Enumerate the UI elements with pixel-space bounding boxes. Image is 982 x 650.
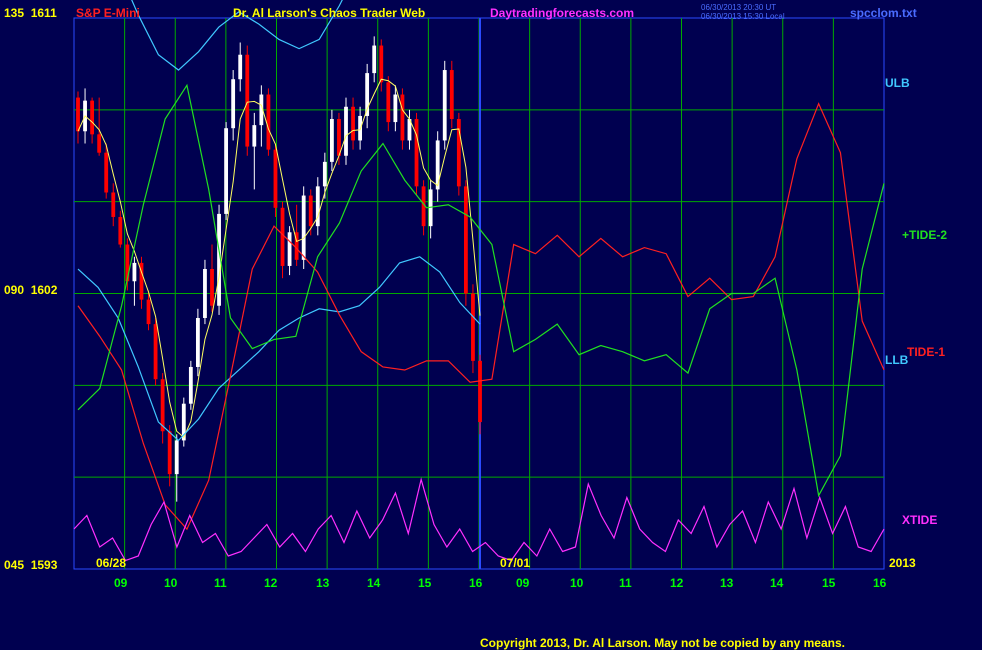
ulb-label: ULB [885,76,910,90]
price-bar-down [146,299,151,325]
price-bar-up [224,128,229,214]
price-bar-down [97,134,102,153]
price-bar-up [188,366,193,404]
data-filename: spcclom.txt [850,6,917,20]
x-tick-label: 09 [114,576,128,590]
price-bar-up [238,54,243,80]
price-bar-down [414,119,419,187]
price-bar-down [273,149,278,208]
timestamp-local: 06/30/2013 15:30 Local [701,12,785,21]
price-bar-down [266,94,271,150]
y-mid-label: 090 1602 [4,283,58,297]
price-bar-down [463,186,468,294]
price-bar-down [118,216,123,245]
price-bar-down [280,207,285,266]
price-bar-down [379,45,384,83]
x-tick-label: 12 [670,576,684,590]
x-tick-label: 12 [264,576,278,590]
price-bar-down [111,192,116,217]
date-end-label: 2013 [889,556,916,570]
x-tick-label: 10 [570,576,584,590]
price-bar-up [203,269,207,318]
x-tick-label: 09 [516,576,530,590]
x-tick-label: 16 [873,576,887,590]
x-tick-label: 15 [418,576,432,590]
price-bar-down [90,100,95,135]
site-name: Daytradingforecasts.com [490,6,635,20]
price-bar-up [344,106,348,156]
x-tick-label: 11 [619,576,632,590]
date-start-label: 06/28 [96,556,127,570]
x-tick-label: 15 [822,576,836,590]
price-bar-up [393,94,398,123]
xtide-label: XTIDE [902,513,938,527]
price-bar-up [252,125,257,147]
price-bar-down [308,195,313,227]
x-tick-label: 10 [164,576,178,590]
timestamp-ut: 06/30/2013 20:30 UT [701,3,777,12]
price-bar-down [351,106,355,141]
price-bar-down [337,119,341,156]
price-bar-up [287,232,292,266]
y-bottom-label: 045 1593 [4,558,58,572]
price-bar-up [372,45,377,74]
tide2-label: +TIDE-2 [902,228,948,242]
price-bar-down [386,82,391,123]
price-bar-up [442,70,447,141]
price-bar-up [195,317,200,367]
price-bar-up [315,186,320,227]
date-mid-label: 07/01 [500,556,531,570]
price-bar-down [104,152,109,193]
x-tick-label: 13 [720,576,734,590]
llb-label: LLB [885,353,909,367]
price-bar-up [301,195,306,260]
price-bar-down [400,94,405,141]
price-bar-down [160,379,165,432]
x-tick-label: 11 [214,576,227,590]
price-bar-down [167,431,172,475]
x-tick-label: 16 [469,576,483,590]
tide1-label: TIDE-1 [907,345,946,359]
price-bar-down [125,244,130,282]
price-bar-down [210,269,214,306]
copyright-notice: Copyright 2013, Dr. Al Larson. May not b… [480,636,845,650]
price-bar-up [322,161,327,187]
price-bar-down [471,293,475,361]
chart-canvas [73,0,885,570]
y-top-label: 135 1611 [4,6,57,20]
price-bar-down [76,97,80,132]
instrument-title: S&P E-Mini [76,6,140,20]
x-tick-label: 14 [770,576,784,590]
x-tick-label: 13 [316,576,330,590]
x-tick-label: 14 [367,576,381,590]
chart-title: Dr. Al Larson's Chaos Trader Web [233,6,426,20]
price-bar-down [245,54,250,147]
price-bar-up [329,119,334,162]
price-bar-down [153,324,158,380]
price-bar-up [231,79,236,129]
price-bar-up [174,440,179,475]
price-bar-down [449,70,454,120]
price-bar-up [132,262,137,282]
price-bar-down [478,360,482,423]
